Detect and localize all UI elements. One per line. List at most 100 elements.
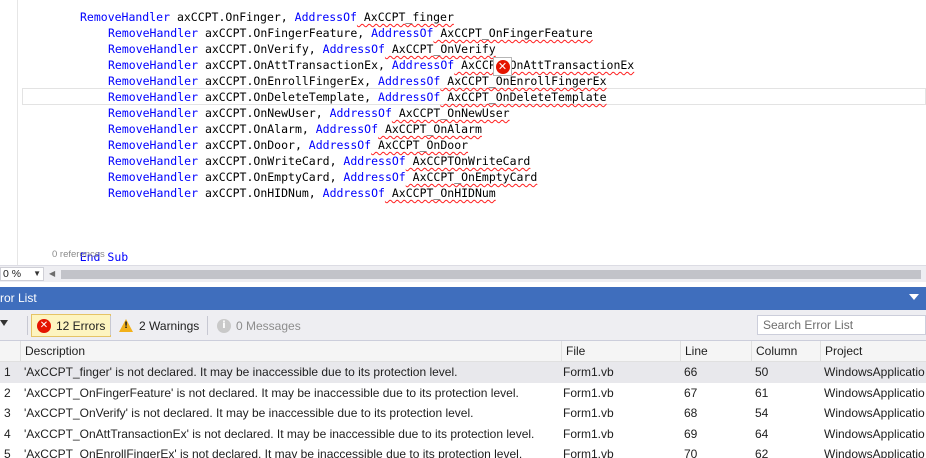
handler-name: AxCCPT_OnFingerFeature <box>433 26 593 40</box>
error-list-row[interactable]: 4 'AxCCPT_OnAttTransactionEx' is not decl… <box>0 423 926 445</box>
code-line[interactable]: RemoveHandler axCCPT.OnVerify, AddressOf… <box>108 41 496 57</box>
errors-filter-button[interactable]: ✕ 12 Errors <box>31 314 112 337</box>
column-header-file[interactable]: File <box>561 341 680 362</box>
event-expression: axCCPT.OnVerify, <box>198 42 323 56</box>
error-icon: ✕ <box>37 318 51 333</box>
toolbar-separator <box>110 316 111 335</box>
row-column: 54 <box>755 406 769 420</box>
row-column: 61 <box>755 385 769 400</box>
errors-filter-label: 12 Errors <box>56 318 106 333</box>
row-project: WindowsApplicatio <box>824 406 925 420</box>
event-expression: axCCPT.OnFingerFeature, <box>198 26 372 40</box>
code-line[interactable]: RemoveHandler axCCPT.OnFinger, AddressOf… <box>80 9 454 25</box>
code-line[interactable]: RemoveHandler axCCPT.OnHIDNum, AddressOf… <box>108 185 496 201</box>
column-header-project[interactable]: Project <box>820 341 926 362</box>
column-header-line[interactable]: Line <box>680 341 751 362</box>
end-sub-line[interactable]: End Sub <box>52 233 128 264</box>
code-editor[interactable]: RemoveHandler axCCPT.OnFinger, AddressOf… <box>0 0 926 265</box>
handler-name: AxCCPT_OnVerify <box>384 42 496 56</box>
handler-name: AxCCPTOnWriteCard <box>405 154 531 168</box>
row-project: WindowsApplicatio <box>824 365 925 379</box>
row-description: 'AxCCPT_OnFingerFeature' is not declared… <box>24 385 519 400</box>
addressof-keyword: AddressOf <box>378 74 441 88</box>
row-line: 67 <box>684 385 698 400</box>
handler-name: AxCCPT_OnAlarm <box>378 122 482 136</box>
row-number: 2 <box>4 385 11 400</box>
event-expression: axCCPT.OnFinger, <box>170 10 295 24</box>
error-list-row[interactable]: 3 'AxCCPT_OnVerify' is not declared. It m… <box>0 403 926 424</box>
removehandler-keyword: RemoveHandler <box>108 42 199 56</box>
handler-name: AxCCPT_OnNewUser <box>391 106 510 120</box>
handler-name: AxCCPT_OnEnrollFingerEx <box>440 74 607 88</box>
event-expression: axCCPT.OnWriteCard, <box>198 154 344 168</box>
removehandler-keyword: RemoveHandler <box>108 186 199 200</box>
horizontal-scrollbar-thumb[interactable] <box>61 270 921 279</box>
addressof-keyword: AddressOf <box>378 90 441 104</box>
error-list-title-bar[interactable]: ror List <box>0 287 926 310</box>
error-glyph-icon[interactable]: ✕ <box>493 57 512 76</box>
codelens-references[interactable]: 0 references <box>52 249 105 260</box>
warnings-filter-button[interactable]: ! 2 Warnings <box>114 314 204 337</box>
search-error-list-input[interactable] <box>757 315 926 335</box>
removehandler-keyword: RemoveHandler <box>108 138 199 152</box>
addressof-keyword: AddressOf <box>371 26 434 40</box>
handler-name: AxCCPT_OnAttTransactionEx <box>454 58 635 72</box>
zoom-combobox[interactable]: 0 % ▼ <box>0 267 44 281</box>
code-line[interactable]: RemoveHandler axCCPT.OnFingerFeature, Ad… <box>108 25 593 41</box>
editor-gutter-divider <box>17 0 18 265</box>
panel-title: ror List <box>0 291 37 305</box>
row-number: 1 <box>4 365 11 379</box>
event-expression: axCCPT.OnNewUser, <box>198 106 330 120</box>
addressof-keyword: AddressOf <box>343 170 406 184</box>
row-number: 4 <box>4 426 11 441</box>
warning-icon: ! <box>119 319 133 332</box>
row-description: 'AxCCPT_finger' is not declared. It may … <box>24 365 458 379</box>
chevron-down-icon: ▼ <box>33 269 41 278</box>
removehandler-keyword: RemoveHandler <box>108 26 199 40</box>
row-file: Form1.vb <box>563 385 614 400</box>
addressof-keyword: AddressOf <box>391 58 455 72</box>
code-line[interactable]: RemoveHandler axCCPT.OnAttTransactionEx,… <box>108 57 634 73</box>
addressof-keyword: AddressOf <box>329 106 392 120</box>
error-list-row[interactable]: 1 'AxCCPT_finger' is not declared. It may… <box>0 362 926 383</box>
handler-name: AxCCPT_OnEmptyCard <box>405 170 538 184</box>
code-line[interactable]: RemoveHandler axCCPT.OnDoor, AddressOf A… <box>108 137 468 153</box>
toolbar-separator <box>27 316 28 335</box>
row-file: Form1.vb <box>563 365 614 379</box>
code-line[interactable]: RemoveHandler axCCPT.OnDeleteTemplate, A… <box>108 89 607 105</box>
row-project: WindowsApplicatio <box>824 426 925 441</box>
warnings-filter-label: 2 Warnings <box>139 318 200 333</box>
addressof-keyword: AddressOf <box>308 138 372 152</box>
error-list-row[interactable]: 5 'AxCCPT_OnEnrollFingerEx' is not declar… <box>0 444 926 458</box>
event-expression: axCCPT.OnEmptyCard, <box>198 170 344 184</box>
messages-filter-button[interactable]: i 0 Messages <box>212 314 306 337</box>
row-file: Form1.vb <box>563 447 614 458</box>
chevron-down-icon[interactable] <box>909 294 919 300</box>
messages-filter-label: 0 Messages <box>236 318 301 333</box>
removehandler-keyword: RemoveHandler <box>108 74 199 88</box>
column-header-column[interactable]: Column <box>751 341 820 362</box>
filter-dropdown-icon[interactable] <box>0 320 8 326</box>
code-line[interactable]: RemoveHandler axCCPT.OnAlarm, AddressOf … <box>108 121 482 137</box>
row-number: 3 <box>4 406 11 420</box>
addressof-keyword: AddressOf <box>343 154 406 168</box>
code-line[interactable]: RemoveHandler axCCPT.OnWriteCard, Addres… <box>108 153 530 169</box>
addressof-keyword: AddressOf <box>294 10 357 24</box>
row-description: 'AxCCPT_OnEnrollFingerEx' is not declare… <box>24 447 523 458</box>
row-number: 5 <box>4 447 11 458</box>
info-icon: i <box>217 318 231 333</box>
row-line: 68 <box>684 406 698 420</box>
scroll-left-icon[interactable]: ◀ <box>49 269 55 278</box>
zoom-value: 0 % <box>3 268 22 280</box>
row-file: Form1.vb <box>563 406 614 420</box>
removehandler-keyword: RemoveHandler <box>108 154 199 168</box>
row-line: 70 <box>684 447 698 458</box>
code-line[interactable]: RemoveHandler axCCPT.OnNewUser, AddressO… <box>108 105 510 121</box>
editor-status-bar: 0 % ▼ ◀ <box>0 265 926 282</box>
code-line[interactable]: RemoveHandler axCCPT.OnEmptyCard, Addres… <box>108 169 537 185</box>
column-header-description[interactable]: Description <box>20 341 561 362</box>
error-list-row[interactable]: 2 'AxCCPT_OnFingerFeature' is not declare… <box>0 382 926 404</box>
row-column: 64 <box>755 426 769 441</box>
code-line[interactable]: RemoveHandler axCCPT.OnEnrollFingerEx, A… <box>108 73 607 89</box>
row-line: 66 <box>684 365 698 379</box>
